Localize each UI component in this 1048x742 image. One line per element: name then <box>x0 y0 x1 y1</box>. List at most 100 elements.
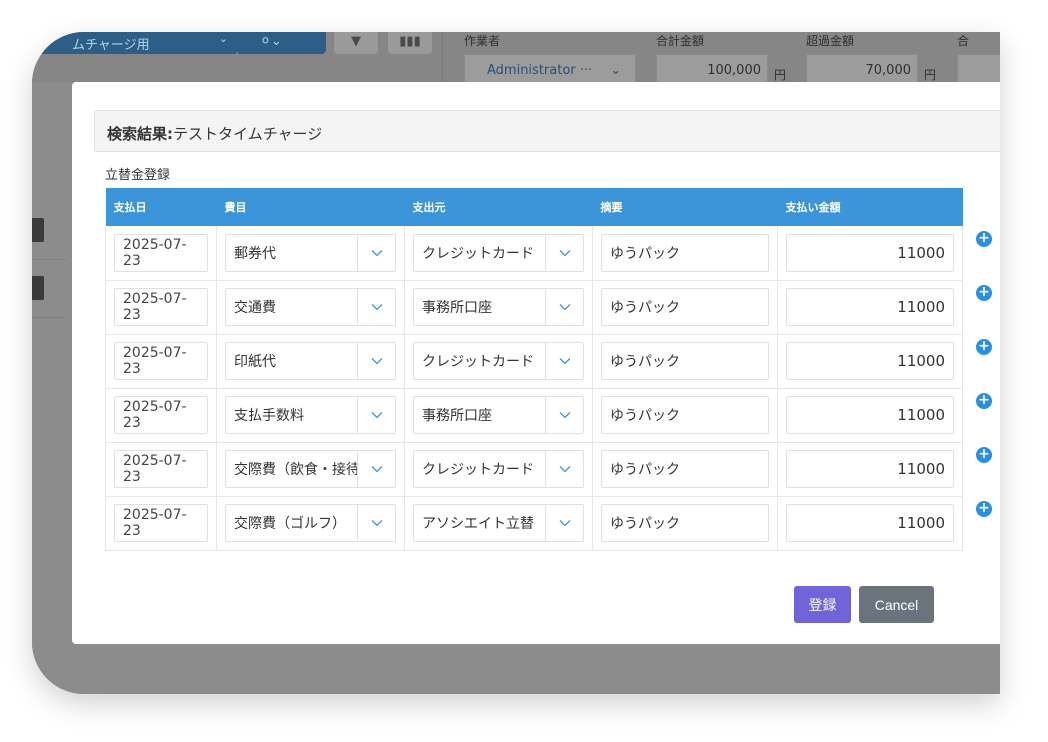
category-cell: 支払手数料 <box>216 388 405 443</box>
column-header-source: 支出元 <box>404 188 593 226</box>
date-cell: 2025-07-23 <box>105 442 217 497</box>
chevron-down-icon[interactable] <box>545 234 583 271</box>
category-cell: 郵券代 <box>216 226 405 281</box>
network-icon: ⚪⌄ <box>260 34 282 49</box>
columns-icon: ▮▮▮ <box>399 34 421 49</box>
date-input[interactable]: 2025-07-23 <box>114 233 208 272</box>
amount-input[interactable]: 11000 <box>786 396 954 434</box>
summary-input[interactable]: ゆうパック <box>601 504 769 542</box>
category-select[interactable]: 支払手数料 <box>225 396 396 434</box>
add-row-plus-icon[interactable]: + <box>976 285 992 301</box>
source-value: クレジットカード <box>422 462 534 478</box>
source-cell: 事務所口座 <box>404 388 593 443</box>
category-value: 交際費（ゴルフ） <box>234 516 346 532</box>
chevron-down-icon[interactable] <box>357 397 395 433</box>
source-cell: クレジットカード <box>404 334 593 389</box>
chevron-down-icon[interactable] <box>545 289 583 325</box>
source-value: 事務所口座 <box>422 408 492 424</box>
category-select[interactable]: 交際費（ゴルフ） <box>225 504 396 542</box>
amount-input[interactable]: 11000 <box>786 342 954 380</box>
chevron-down-icon[interactable] <box>545 397 583 433</box>
source-select[interactable]: クレジットカード <box>413 450 584 488</box>
summary-input[interactable]: ゆうパック <box>601 288 769 326</box>
date-cell: 2025-07-23 <box>105 388 217 443</box>
cancel-button[interactable]: Cancel <box>859 586 934 623</box>
amount-input[interactable]: 11000 <box>786 288 954 326</box>
date-input[interactable]: 2025-07-23 <box>114 288 208 326</box>
source-select[interactable]: アソシエイト立替 <box>413 504 584 542</box>
column-header-date: 支払日 <box>105 188 217 226</box>
search-result-header: 検索結果:テストタイムチャージ <box>94 110 1000 152</box>
chevron-down-icon[interactable] <box>545 451 583 487</box>
background-filter-button: ▼ <box>334 32 378 54</box>
background-other-field <box>957 54 1000 86</box>
date-cell: 2025-07-23 <box>105 226 217 281</box>
summary-cell: ゆうパック <box>592 442 778 497</box>
amount-input[interactable]: 11000 <box>786 233 954 272</box>
amount-cell: 11000 <box>777 496 963 551</box>
section-title: 立替金登録 <box>105 168 171 183</box>
table-row: 2025-07-23 交際費（飲食・接待） クレジットカード ゆうパック 11000 <box>105 442 963 497</box>
background-total-unit: 円 <box>774 68 787 82</box>
source-cell: アソシエイト立替 <box>404 496 593 551</box>
background-divider <box>442 32 443 82</box>
category-select[interactable]: 交際費（飲食・接待） <box>225 450 396 488</box>
chevron-down-icon[interactable] <box>545 505 583 541</box>
category-cell: 交際費（ゴルフ） <box>216 496 405 551</box>
category-select[interactable]: 交通費 <box>225 288 396 326</box>
source-select[interactable]: 事務所口座 <box>413 396 584 434</box>
background-total-label: 合計金額 <box>656 34 705 48</box>
chevron-down-icon[interactable] <box>357 289 395 325</box>
summary-input[interactable]: ゆうパック <box>601 342 769 380</box>
category-select[interactable]: 印紙代 <box>225 342 396 380</box>
source-select[interactable]: クレジットカード <box>413 233 584 272</box>
amount-cell: 11000 <box>777 280 963 335</box>
add-row-plus-icon[interactable]: + <box>976 339 992 355</box>
filter-icon: ▼ <box>351 34 361 49</box>
table-row: 2025-07-23 印紙代 クレジットカード ゆうパック 11000 <box>105 334 963 389</box>
column-header-amount: 支払い金額 <box>777 188 963 226</box>
date-input[interactable]: 2025-07-23 <box>114 450 208 488</box>
amount-input[interactable]: 11000 <box>786 504 954 542</box>
category-value: 支払手数料 <box>234 408 304 424</box>
category-select[interactable]: 郵券代 <box>225 233 396 272</box>
add-row-plus-icon[interactable]: + <box>976 447 992 463</box>
chevron-down-icon[interactable] <box>357 343 395 379</box>
date-input[interactable]: 2025-07-23 <box>114 342 208 380</box>
summary-input[interactable]: ゆうパック <box>601 396 769 434</box>
source-cell: 事務所口座 <box>404 280 593 335</box>
category-value: 交通費 <box>234 300 276 316</box>
register-button[interactable]: 登録 <box>794 586 851 623</box>
background-worker-value: Administrator ··· <box>487 63 593 78</box>
date-cell: 2025-07-23 <box>105 496 217 551</box>
table-header-row: 支払日 費目 支出元 摘要 支払い金額 <box>105 188 963 226</box>
column-header-summary: 摘要 <box>592 188 778 226</box>
screenshot-frame: ムチャージ用 ⌄ ⚪⌄ ▼ ▮▮▮ 作業者 Administrator ··· … <box>32 32 1000 694</box>
add-row-plus-icon[interactable]: + <box>976 501 992 517</box>
chevron-down-icon: ⌄ <box>218 32 228 45</box>
background-other-label: 合 <box>957 34 970 48</box>
category-value: 郵券代 <box>234 245 276 262</box>
summary-input[interactable]: ゆうパック <box>601 450 769 488</box>
date-cell: 2025-07-23 <box>105 334 217 389</box>
date-input[interactable]: 2025-07-23 <box>114 396 208 434</box>
background-row-badge <box>32 218 44 242</box>
source-select[interactable]: 事務所口座 <box>413 288 584 326</box>
background-timecharge-select: ムチャージ用 ⌄ <box>32 32 238 54</box>
background-excess-unit: 円 <box>924 68 937 82</box>
source-select[interactable]: クレジットカード <box>413 342 584 380</box>
summary-cell: ゆうパック <box>592 334 778 389</box>
category-value: 交際費（飲食・接待） <box>234 462 357 478</box>
add-row-plus-icon[interactable]: + <box>976 231 992 247</box>
amount-input[interactable]: 11000 <box>786 450 954 488</box>
background-select-label: ムチャージ用 <box>72 38 150 53</box>
chevron-down-icon[interactable] <box>357 451 395 487</box>
source-cell: クレジットカード <box>404 226 593 281</box>
chevron-down-icon[interactable] <box>357 234 395 271</box>
source-cell: クレジットカード <box>404 442 593 497</box>
add-row-plus-icon[interactable]: + <box>976 393 992 409</box>
chevron-down-icon[interactable] <box>357 505 395 541</box>
date-input[interactable]: 2025-07-23 <box>114 504 208 542</box>
summary-input[interactable]: ゆうパック <box>601 233 769 272</box>
chevron-down-icon[interactable] <box>545 343 583 379</box>
